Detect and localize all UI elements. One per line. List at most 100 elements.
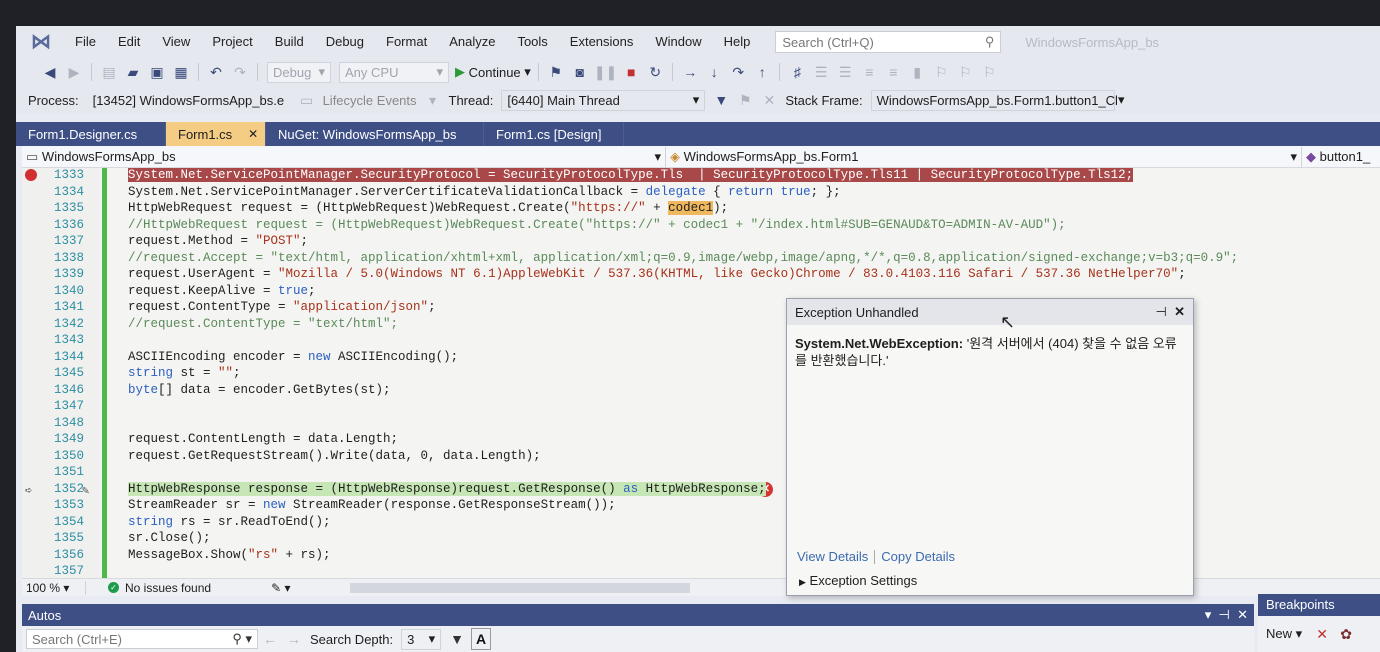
menu-project[interactable]: Project [201,26,263,58]
menu-view[interactable]: View [151,26,201,58]
code-line[interactable]: 1337 request.Method = "POST"; [22,234,1380,251]
menu-build[interactable]: Build [264,26,315,58]
chevron-down-icon[interactable]: ▾ [1205,607,1212,622]
show-next-statement-icon[interactable]: → [680,61,700,83]
autos-search-input[interactable]: Search (Ctrl+E) ⚲ ▾ [26,629,258,649]
code-cleanup-icon[interactable]: ✎ ▾ [271,581,290,595]
breakpoint-marker[interactable] [25,169,37,185]
platform-select[interactable]: Any CPU ▾ [339,61,449,83]
project-dropdown[interactable]: ▭ WindowsFormsApp_bs ▾ [22,146,666,167]
pin-icon[interactable]: ⊣ [1156,304,1167,319]
back-icon[interactable]: ◀ [40,61,60,83]
step-over-icon[interactable]: ↷ [728,61,748,83]
process-select[interactable]: [13452] WindowsFormsApp_bs.e [86,89,291,111]
code-line[interactable]: 1339 request.UserAgent = "Mozilla / 5.0(W… [22,267,1380,284]
line-number: 1351 [53,465,84,479]
menu-window[interactable]: Window [644,26,712,58]
save-icon[interactable]: ▣ [147,61,167,83]
uncomment-icon[interactable]: ≡ [883,61,903,83]
issues-status[interactable]: No issues found [125,581,211,595]
code-line[interactable]: 1335 HttpWebRequest request = (HttpWebReq… [22,201,1380,218]
screenshot-icon[interactable]: ◙ [570,61,590,83]
prev-bookmark-icon[interactable]: ⚐ [931,61,951,83]
code-text: StreamReader sr = new StreamReader(respo… [128,498,616,512]
menu-edit[interactable]: Edit [107,26,151,58]
show-flagged-icon[interactable]: ✕ [759,89,779,111]
menu-format[interactable]: Format [375,26,438,58]
menu-debug[interactable]: Debug [315,26,375,58]
save-all-icon[interactable]: ▦ [171,61,191,83]
class-name: WindowsFormsApp_bs.Form1 [683,148,859,164]
code-line[interactable]: 1338 //request.Accept = "text/html, appli… [22,251,1380,268]
step-into-icon[interactable]: ↓ [704,61,724,83]
close-icon[interactable]: ✕ [1174,304,1185,319]
horizontal-scrollbar[interactable] [350,582,691,593]
chevron-down-icon: ▾ [654,148,661,164]
copy-details-link[interactable]: Copy Details [881,549,955,564]
comment-icon[interactable]: ≡ [859,61,879,83]
menu-file[interactable]: File [64,26,107,58]
menu-analyze[interactable]: Analyze [438,26,506,58]
hex-display-icon[interactable]: ♯ [787,61,807,83]
font-icon[interactable]: A [471,628,492,650]
code-line[interactable]: 1333 System.Net.ServicePointManager.Secur… [22,168,1380,185]
tab-form1-cs[interactable]: Form1.cs ✕ [166,122,266,146]
tab-form1-design[interactable]: Form1.cs [Design] [484,122,624,146]
indent-icon[interactable]: ☰ [811,61,831,83]
continue-button[interactable]: ▶ Continue ▾ [455,61,531,83]
stack-frame-select[interactable]: WindowsFormsApp_bs.Form1.button1_Cl ▾ [870,89,1124,111]
lifecycle-events-button[interactable]: Lifecycle Events [323,93,417,108]
search-input[interactable]: Search (Ctrl+Q) ⚲ [775,31,1002,53]
class-dropdown[interactable]: ◈ WindowsFormsApp_bs.Form1 ▾ [666,146,1302,167]
menu-help[interactable]: Help [713,26,762,58]
visual-studio-window: ⋈ File Edit View Project Build Debug For… [16,26,1380,652]
new-project-icon[interactable]: ▤ [99,61,119,83]
forward-arrow-icon[interactable]: → [284,628,304,650]
code-text: System.Net.ServicePointManager.SecurityP… [128,168,1134,182]
delete-breakpoint-icon[interactable]: ✕ [1312,623,1332,645]
outdent-icon[interactable]: ☰ [835,61,855,83]
hot-reload-icon[interactable]: ⚑ [546,61,566,83]
next-bookmark-icon[interactable]: ⚐ [955,61,975,83]
exception-header: Exception Unhandled ⊣ ✕ [787,299,1193,325]
flag-thread-icon[interactable]: ⚑ [735,89,755,111]
configuration-select[interactable]: Debug ▾ [267,61,331,83]
tab-label: Form1.cs [Design] [496,126,602,142]
redo-icon[interactable]: ↷ [230,61,250,83]
forward-icon[interactable]: ▶ [64,61,84,83]
new-breakpoint-button[interactable]: New ▾ [1266,626,1302,642]
code-line[interactable]: 1336 //HttpWebRequest request = (HttpWebR… [22,218,1380,235]
view-details-link[interactable]: View Details [797,549,868,564]
menu-extensions[interactable]: Extensions [559,26,645,58]
filter-icon[interactable]: ▼ [711,89,731,111]
tab-nuget[interactable]: NuGet: WindowsFormsApp_bs [266,122,484,146]
step-out-icon[interactable]: ↑ [752,61,772,83]
pause-icon[interactable]: ❚❚ [594,61,617,83]
stop-icon[interactable]: ■ [621,61,641,83]
restart-icon[interactable]: ↻ [645,61,665,83]
thread-select[interactable]: [6440] Main Thread ▾ [501,89,706,111]
edit-continue-icon[interactable]: ✎ [82,483,89,498]
current-statement-arrow-icon[interactable]: ➪ [25,483,32,498]
pin-icon[interactable]: ⊣ [1219,607,1230,622]
member-dropdown[interactable]: ◆ button1_ [1302,147,1380,167]
zoom-level[interactable]: 100 % ▾ [22,580,86,595]
search-depth-select[interactable]: 3 ▾ [401,628,442,650]
code-text: //request.Accept = "text/html, applicati… [128,250,1239,265]
line-number: 1338 [53,250,84,265]
bookmark-icon[interactable]: ▮ [907,61,927,83]
close-icon[interactable]: ✕ [248,127,258,141]
exception-settings-toggle[interactable]: ▶ Exception Settings [799,573,917,588]
undo-icon[interactable]: ↶ [206,61,226,83]
open-folder-icon[interactable]: ▰ [123,61,143,83]
menu-tools[interactable]: Tools [506,26,558,58]
back-arrow-icon[interactable]: ← [260,628,280,650]
toggle-breakpoints-icon[interactable]: ✿ [1336,623,1356,645]
breakpoint-icon[interactable] [25,169,37,181]
chevron-down-icon[interactable]: ▾ [423,89,443,111]
clear-bookmarks-icon[interactable]: ⚐ [979,61,999,83]
tab-form1-designer[interactable]: Form1.Designer.cs [16,122,166,146]
close-icon[interactable]: ✕ [1237,607,1248,622]
code-line[interactable]: 1334 System.Net.ServicePointManager.Serve… [22,185,1380,202]
filter-icon[interactable]: ▼ [447,628,467,650]
